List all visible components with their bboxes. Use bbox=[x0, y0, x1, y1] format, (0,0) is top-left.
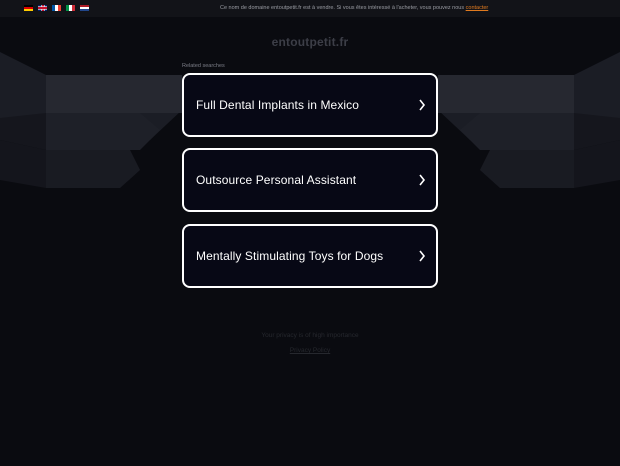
flag-fr-icon[interactable] bbox=[52, 5, 61, 11]
search-result-label: Full Dental Implants in Mexico bbox=[196, 98, 360, 112]
privacy-policy-link[interactable]: Privacy Policy bbox=[0, 347, 620, 354]
search-result-button[interactable]: Mentally Stimulating Toys for Dogs bbox=[182, 224, 438, 288]
privacy-notice: Your privacy is of high importance bbox=[261, 332, 359, 339]
search-result-button[interactable]: Full Dental Implants in Mexico bbox=[182, 73, 438, 137]
flag-de-icon[interactable] bbox=[24, 5, 33, 11]
flag-nl-icon[interactable] bbox=[80, 5, 89, 11]
related-searches-label: Related searches bbox=[182, 63, 225, 69]
domain-sale-notice: Ce nom de domaine entoutpetit.fr est à v… bbox=[220, 5, 488, 12]
flag-it-icon[interactable] bbox=[66, 5, 75, 11]
flag-en-icon[interactable] bbox=[38, 5, 47, 11]
notice-text: Ce nom de domaine entoutpetit.fr est à v… bbox=[220, 5, 466, 11]
language-selector bbox=[24, 5, 89, 11]
contact-link[interactable]: contacter bbox=[466, 5, 489, 11]
search-result-label: Mentally Stimulating Toys for Dogs bbox=[196, 249, 384, 263]
chevron-right-icon bbox=[419, 99, 426, 111]
search-result-label: Outsource Personal Assistant bbox=[196, 173, 357, 187]
top-bar: Ce nom de domaine entoutpetit.fr est à v… bbox=[0, 0, 620, 17]
domain-title: entoutpetit.fr bbox=[271, 35, 349, 49]
search-result-button[interactable]: Outsource Personal Assistant bbox=[182, 148, 438, 212]
chevron-right-icon bbox=[419, 174, 426, 186]
chevron-right-icon bbox=[419, 250, 426, 262]
